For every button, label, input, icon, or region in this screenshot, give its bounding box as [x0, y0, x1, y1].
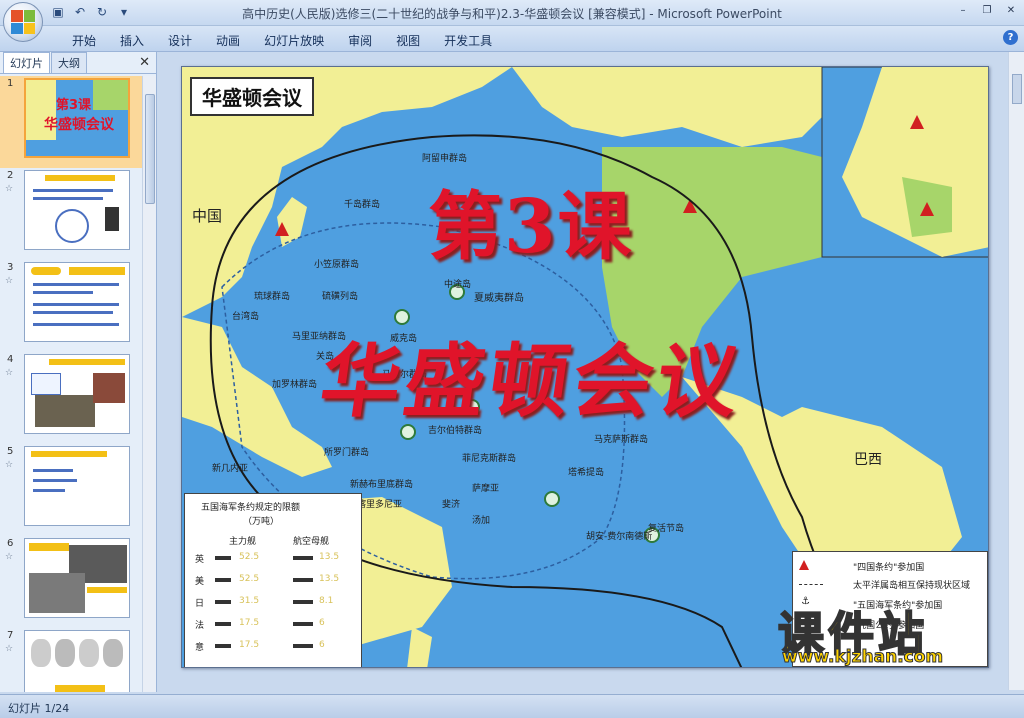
- label-volcano: 硫磺列岛: [322, 292, 359, 302]
- label-kuril: 千岛群岛: [344, 200, 381, 210]
- thumbnail-number: 2: [7, 170, 14, 181]
- close-button[interactable]: ✕: [1000, 2, 1022, 18]
- label-midway: 中途岛: [444, 280, 472, 290]
- label-ryukyu: 琉球群岛: [254, 292, 291, 302]
- slide-thumbnail-5[interactable]: 5 ☆: [0, 444, 142, 536]
- label-new-hebrides: 新赫布里底群岛: [350, 480, 414, 490]
- thumbnail-image: [24, 630, 130, 692]
- slide-scrollbar[interactable]: [1008, 52, 1024, 690]
- animation-star-icon: ☆: [5, 276, 14, 286]
- slide-thumbnail-4[interactable]: 4 ☆: [0, 352, 142, 444]
- restore-button[interactable]: ❐: [976, 2, 998, 18]
- thumbnail-image: [24, 262, 130, 342]
- animation-star-icon: ☆: [5, 184, 14, 194]
- slide-thumbnail-3[interactable]: 3 ☆: [0, 260, 142, 352]
- label-tahiti: 塔希提岛: [568, 468, 605, 478]
- thumbnail-number: 1: [7, 78, 14, 89]
- tab-view[interactable]: 视图: [384, 30, 432, 51]
- office-button[interactable]: [3, 2, 43, 42]
- col-capital-ships: 主力舰: [229, 537, 257, 547]
- tab-outline[interactable]: 大纲: [51, 52, 87, 73]
- label-brazil: 巴西: [854, 452, 882, 468]
- tab-slideshow[interactable]: 幻灯片放映: [252, 30, 336, 51]
- thumbnail-image: [24, 354, 130, 434]
- label-phoenix: 菲尼克斯群岛: [462, 454, 517, 464]
- naval-limits-table: 五国海军条约规定的限额 （万吨） 主力舰 航空母舰 英 52.5 13.5 美 …: [184, 493, 362, 667]
- island-marker-icon: [544, 491, 560, 507]
- current-slide[interactable]: 华盛顿会议 中国 阿留申群岛 千岛群岛 小笠原群岛 琉球群岛 硫磺列岛 台湾岛 …: [181, 66, 989, 668]
- animation-star-icon: ☆: [5, 552, 14, 562]
- slide-thumbnail-2[interactable]: 2 ☆: [0, 168, 142, 260]
- thumbnail-list: 1 第3课 华盛顿会议 2 ☆ 3 ☆ 4 ☆ 5 ☆ 6 ☆ 7 ☆: [0, 76, 142, 692]
- table-title: 五国海军条约规定的限额: [201, 503, 301, 513]
- slide-counter: 幻灯片 1/24: [8, 702, 70, 715]
- legend-status-quo: 太平洋属岛相互保持现状区域: [853, 581, 971, 591]
- thumbnail-number: 6: [7, 538, 14, 549]
- label-taiwan: 台湾岛: [232, 312, 260, 322]
- anchor-icon: ⚓: [801, 596, 810, 607]
- label-hawaii: 夏威夷群岛: [474, 293, 524, 304]
- slide-thumbnail-1[interactable]: 1 第3课 华盛顿会议: [0, 76, 142, 168]
- tab-insert[interactable]: 插入: [108, 30, 156, 51]
- help-icon[interactable]: ?: [1003, 30, 1018, 45]
- label-fiji: 斐济: [442, 500, 461, 510]
- watermark-url: www.kjzhan.com: [781, 647, 944, 668]
- slide-editing-area: 华盛顿会议 中国 阿留申群岛 千岛群岛 小笠原群岛 琉球群岛 硫磺列岛 台湾岛 …: [158, 52, 1008, 690]
- label-new-guinea: 新几内亚: [212, 464, 249, 474]
- window-title: 高中历史(人民版)选修三(二十世纪的战争与和平)2.3-华盛顿会议 [兼容模式]…: [242, 7, 782, 21]
- slide-thumbnail-6[interactable]: 6 ☆: [0, 536, 142, 628]
- label-aleutian: 阿留申群岛: [422, 154, 468, 164]
- tab-home[interactable]: 开始: [60, 30, 108, 51]
- label-marquesas: 马克萨斯群岛: [594, 435, 649, 445]
- thumbnail-image: [24, 446, 130, 526]
- panel-scrollbar[interactable]: [142, 76, 156, 692]
- label-bonin: 小笠原群岛: [314, 260, 360, 270]
- close-icon[interactable]: ✕: [139, 55, 150, 70]
- label-juan: 胡安-费尔南德斯: [586, 532, 653, 542]
- lesson-title: 华盛顿会议: [314, 334, 748, 428]
- tab-slides[interactable]: 幻灯片: [3, 52, 50, 73]
- thumbnail-number: 5: [7, 446, 14, 457]
- animation-star-icon: ☆: [5, 644, 14, 654]
- tab-review[interactable]: 审阅: [336, 30, 384, 51]
- label-china: 中国: [192, 207, 223, 225]
- label-tonga: 汤加: [472, 516, 491, 526]
- thumbnail-number: 3: [7, 262, 14, 273]
- office-logo-icon: [11, 10, 35, 34]
- thumbnail-number: 4: [7, 354, 14, 365]
- col-carriers: 航空母舰: [293, 537, 330, 547]
- table-subtitle: （万吨）: [243, 517, 280, 527]
- thumbnail-image: [24, 538, 130, 618]
- lesson-number: 第3课: [428, 184, 634, 270]
- slides-panel: 幻灯片 大纲 ✕ 1 第3课 华盛顿会议 2 ☆ 3 ☆ 4 ☆ 5 ☆ 6 ☆…: [0, 52, 157, 692]
- tab-animations[interactable]: 动画: [204, 30, 252, 51]
- animation-star-icon: ☆: [5, 460, 14, 470]
- thumbnail-image: [24, 170, 130, 250]
- dashed-area-icon: [799, 584, 823, 585]
- treaty-marker-icon: [799, 560, 809, 570]
- thumbnail-number: 7: [7, 630, 14, 641]
- label-easter: 复活节岛: [648, 524, 685, 534]
- table-row: 美 52.5 13.5: [195, 574, 340, 587]
- label-caroline: 加罗林群岛: [272, 380, 318, 390]
- table-row: 法 17.5 6: [195, 618, 325, 631]
- legend-four-power: "四国条约"参加国: [853, 563, 925, 573]
- status-bar: 幻灯片 1/24: [0, 694, 1024, 718]
- table-row: 日 31.5 8.1: [195, 596, 334, 609]
- scrollbar-thumb[interactable]: [145, 94, 155, 204]
- minimize-button[interactable]: –: [952, 2, 974, 18]
- label-solomon: 所罗门群岛: [324, 448, 370, 458]
- ribbon: 开始 插入 设计 动画 幻灯片放映 审阅 视图 开发工具 ?: [0, 26, 1024, 52]
- slide-thumbnail-7[interactable]: 7 ☆: [0, 628, 142, 692]
- title-bar: ▣ ↶ ↻ ▾ 高中历史(人民版)选修三(二十世纪的战争与和平)2.3-华盛顿会…: [0, 0, 1024, 42]
- thumbnail-image: 第3课 华盛顿会议: [24, 78, 130, 158]
- table-row: 英 52.5 13.5: [195, 552, 340, 565]
- table-row: 意 17.5 6: [195, 640, 325, 653]
- label-samoa: 萨摩亚: [472, 484, 500, 494]
- map-title: 华盛顿会议: [190, 77, 314, 116]
- tab-design[interactable]: 设计: [156, 30, 204, 51]
- animation-star-icon: ☆: [5, 368, 14, 378]
- tab-developer[interactable]: 开发工具: [432, 30, 504, 51]
- scrollbar-thumb[interactable]: [1012, 74, 1022, 104]
